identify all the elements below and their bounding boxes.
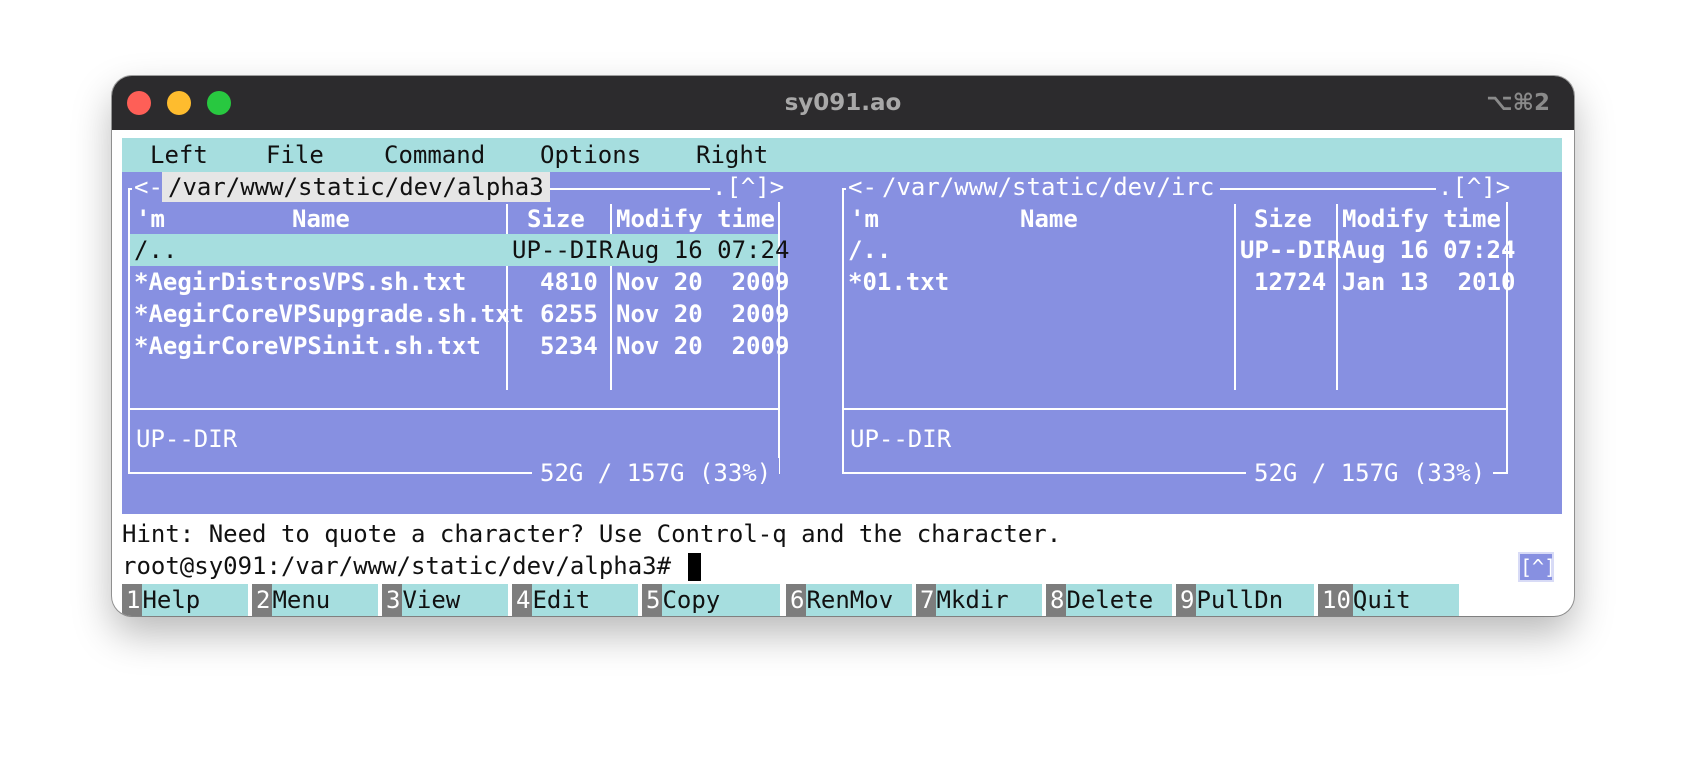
prompt-text: root@sy091:/var/www/static/dev/alpha3# bbox=[122, 552, 672, 580]
fkey-menu[interactable]: 2Menu bbox=[252, 584, 379, 616]
left-status-divider bbox=[128, 408, 780, 410]
menu-command[interactable]: Command bbox=[384, 141, 485, 169]
right-status-divider bbox=[842, 408, 1508, 410]
fkey-delete[interactable]: 8Delete bbox=[1046, 584, 1173, 616]
hint-line: Hint: Need to quote a character? Use Con… bbox=[122, 520, 1062, 548]
fkey-quit[interactable]: 10Quit bbox=[1318, 584, 1459, 616]
menu-left[interactable]: Left bbox=[150, 141, 208, 169]
file-row[interactable]: *AegirDistrosVPS.sh.txt 4810 Nov 20 2009 bbox=[130, 266, 789, 298]
left-header-size[interactable]: Size bbox=[527, 204, 585, 234]
fkey-pulldn[interactable]: 9PullDn bbox=[1176, 584, 1315, 616]
left-panel[interactable]: <- /var/www/static/dev/alpha3 .[^]> 'm N… bbox=[122, 172, 836, 514]
menu-right[interactable]: Right bbox=[696, 141, 768, 169]
right-header-mtime[interactable]: Modify time bbox=[1342, 204, 1501, 234]
left-header-mtime[interactable]: Modify time bbox=[616, 204, 775, 234]
right-panel-status: UP--DIR bbox=[850, 425, 952, 453]
right-header-size[interactable]: Size bbox=[1254, 204, 1312, 234]
file-row[interactable]: /.. UP--DIR Aug 16 07:24 bbox=[844, 234, 1515, 266]
left-panel-nav-right[interactable]: .[^]> bbox=[710, 172, 787, 202]
right-panel[interactable]: <- /var/www/static/dev/irc .[^]> 'm Name… bbox=[836, 172, 1562, 514]
history-button[interactable]: [^] bbox=[1518, 552, 1556, 582]
left-panel-path[interactable]: /var/www/static/dev/alpha3 bbox=[162, 172, 550, 202]
left-panel-status: UP--DIR bbox=[136, 425, 238, 453]
function-key-bar: 1Help 2Menu 3View 4Edit 5Copy 6RenMov 7M… bbox=[122, 584, 1562, 616]
menu-file[interactable]: File bbox=[266, 141, 324, 169]
menu-options[interactable]: Options bbox=[540, 141, 641, 169]
fkey-help[interactable]: 1Help bbox=[122, 584, 249, 616]
right-header-name[interactable]: Name bbox=[1020, 204, 1078, 234]
fkey-edit[interactable]: 4Edit bbox=[512, 584, 639, 616]
fkey-copy[interactable]: 5Copy bbox=[642, 584, 781, 616]
fkey-renmov[interactable]: 6RenMov bbox=[786, 584, 913, 616]
left-header-mark: 'm bbox=[136, 205, 165, 233]
left-panel-nav-left[interactable]: <- bbox=[132, 172, 165, 202]
command-prompt[interactable]: root@sy091:/var/www/static/dev/alpha3# bbox=[122, 550, 701, 582]
window-title: sy091.ao bbox=[784, 90, 902, 116]
right-panel-nav-left[interactable]: <- bbox=[846, 172, 879, 202]
terminal-content[interactable]: Left File Command Options Right <- /var/… bbox=[122, 138, 1564, 616]
file-row[interactable]: /.. UP--DIR Aug 16 07:24 bbox=[130, 234, 789, 266]
right-header-mark: 'm bbox=[850, 205, 879, 233]
title-bar: sy091.ao ⌥⌘2 bbox=[112, 76, 1574, 130]
terminal-window: sy091.ao ⌥⌘2 Left File Command Options R… bbox=[112, 76, 1574, 616]
fkey-view[interactable]: 3View bbox=[382, 584, 509, 616]
right-panel-path[interactable]: /var/www/static/dev/irc bbox=[876, 172, 1221, 202]
right-panel-nav-right[interactable]: .[^]> bbox=[1436, 172, 1513, 202]
file-row[interactable]: *AegirCoreVPSupgrade.sh.txt 6255 Nov 20 … bbox=[130, 298, 789, 330]
file-row[interactable]: *AegirCoreVPSinit.sh.txt 5234 Nov 20 200… bbox=[130, 330, 789, 362]
file-row[interactable]: *01.txt 12724 Jan 13 2010 bbox=[844, 266, 1515, 298]
right-disk-usage: 52G / 157G (33%) bbox=[1246, 458, 1494, 488]
fkey-mkdir[interactable]: 7Mkdir bbox=[916, 584, 1043, 616]
window-shortcut: ⌥⌘2 bbox=[1486, 90, 1550, 116]
mc-menu-bar: Left File Command Options Right bbox=[122, 138, 1562, 172]
left-disk-usage: 52G / 157G (33%) bbox=[532, 458, 780, 488]
left-header-name[interactable]: Name bbox=[292, 204, 350, 234]
text-cursor bbox=[687, 553, 701, 581]
